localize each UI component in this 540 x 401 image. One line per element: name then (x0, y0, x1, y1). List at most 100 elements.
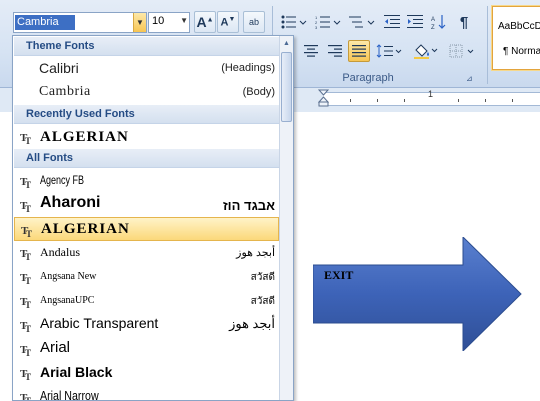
multilevel-list-icon (349, 16, 375, 28)
line-spacing-button[interactable] (373, 40, 405, 62)
sort-icon: A Z (431, 15, 446, 30)
style-gallery-normal[interactable]: AaBbCcDc ¶ Normal (491, 5, 540, 71)
font-script-sample: أبجد هوز (229, 316, 275, 331)
font-item-aharoni[interactable]: TT Aharoni אבגד הוז (14, 193, 279, 217)
svg-text:T: T (25, 300, 31, 308)
truetype-icon: TT (20, 200, 31, 212)
font-size-value[interactable]: 10 (152, 15, 164, 27)
svg-text:T: T (25, 348, 31, 356)
font-name-combobox[interactable]: Cambria ▼ (13, 12, 147, 33)
font-role-tag: (Headings) (221, 62, 275, 74)
font-name: Arial Narrow (40, 388, 99, 401)
right-arrow-shape[interactable] (313, 237, 523, 351)
decrease-indent-button[interactable] (381, 11, 403, 33)
style-name-label: ¶ Normal (503, 46, 540, 57)
theme-font-item-cambria[interactable]: Cambria (Body) (14, 81, 279, 103)
grow-font-button[interactable]: A▲ (194, 11, 216, 33)
shrink-font-icon: A▼ (220, 15, 236, 29)
svg-text:T: T (25, 204, 31, 212)
font-item-arial-black[interactable]: TT Arial Black (14, 361, 279, 385)
ruler-number: 1 (428, 89, 434, 99)
font-name: Calibri (39, 60, 79, 76)
paint-bucket-icon (414, 44, 438, 59)
svg-text:T: T (26, 229, 32, 237)
font-item-algerian[interactable]: TT ALGERIAN (14, 217, 279, 241)
align-right-button[interactable] (324, 40, 346, 62)
clear-formatting-button[interactable]: ab (243, 11, 265, 33)
align-center-icon (304, 45, 318, 57)
all-fonts-header: All Fonts (14, 149, 279, 168)
multilevel-list-button[interactable] (346, 11, 378, 33)
svg-text:T: T (25, 324, 31, 332)
sort-button[interactable]: A Z (428, 11, 450, 33)
font-name: Cambria (39, 84, 91, 99)
font-item-angsana-new[interactable]: TT Angsana New สวัสดี (14, 265, 279, 289)
truetype-icon: TT (20, 320, 31, 332)
font-name: ALGERIAN (40, 129, 129, 145)
font-name-value[interactable]: Cambria (15, 15, 75, 30)
font-role-tag: (Body) (242, 86, 275, 98)
svg-text:A: A (431, 17, 435, 23)
increase-indent-button[interactable] (404, 11, 426, 33)
ruler-tick (350, 99, 351, 102)
truetype-icon: TT (20, 392, 31, 401)
truetype-icon: TT (20, 368, 31, 380)
font-name: Aharoni (40, 194, 101, 211)
font-size-combobox[interactable]: 10 ▼ (148, 12, 190, 33)
numbering-button[interactable]: 123 (312, 11, 344, 33)
ruler-tick (404, 99, 405, 102)
font-name: AngsanaUPC (40, 295, 95, 306)
shrink-font-button[interactable]: A▼ (217, 11, 239, 33)
theme-font-item-calibri[interactable]: Calibri (Headings) (14, 57, 279, 79)
font-name: Angsana New (40, 271, 97, 282)
grow-font-icon: A▲ (196, 14, 214, 30)
font-item-arial[interactable]: TT Arial (14, 337, 279, 361)
scroll-up-icon[interactable]: ▲ (280, 36, 293, 50)
shading-button[interactable] (410, 40, 442, 62)
paragraph-group-label: Paragraph (342, 72, 394, 84)
font-item-arabic-transparent[interactable]: TT Arabic Transparent أبجد هوز (14, 313, 279, 337)
font-item-agency-fb[interactable]: TT Agency FB (14, 169, 279, 193)
align-center-button[interactable] (300, 40, 322, 62)
align-right-icon (328, 45, 342, 57)
font-item-andalus[interactable]: TT Andalus أبجد هوز (14, 241, 279, 265)
font-item-angsanaupc[interactable]: TT AngsanaUPC สวัสดี (14, 289, 279, 313)
pilcrow-icon: ¶ (459, 13, 469, 31)
increase-indent-icon (407, 15, 423, 28)
font-name: Arabic Transparent (40, 315, 159, 331)
font-script-sample: สวัสดี (250, 296, 275, 307)
borders-button[interactable] (446, 40, 478, 62)
recent-font-item-algerian[interactable]: TT ALGERIAN (14, 125, 279, 149)
dropdown-scrollbar[interactable]: ▲ (279, 36, 293, 400)
svg-text:T: T (25, 396, 31, 401)
scrollbar-thumb[interactable] (281, 52, 292, 122)
bullets-button[interactable] (278, 11, 310, 33)
style-sample-text: AaBbCcDc (498, 21, 540, 32)
truetype-icon: TT (20, 132, 31, 144)
justify-icon (352, 45, 366, 57)
truetype-icon: TT (20, 272, 31, 284)
font-name: Andalus (40, 245, 80, 259)
justify-button[interactable] (348, 40, 370, 62)
ruler-tick (512, 99, 513, 102)
font-script-sample: สวัสดี (250, 272, 275, 283)
numbering-icon: 123 (315, 15, 341, 29)
svg-text:T: T (25, 180, 31, 188)
ruler-tick (377, 99, 378, 102)
chevron-down-icon[interactable]: ▼ (180, 16, 188, 25)
svg-text:T: T (25, 252, 31, 260)
svg-text:3: 3 (315, 25, 318, 29)
indent-marker-icon[interactable] (318, 89, 329, 107)
decrease-indent-icon (384, 15, 400, 28)
arrow-shape-text[interactable]: EXIT (324, 268, 353, 283)
dialog-launcher-icon[interactable]: ⊿ (466, 74, 473, 83)
font-item-arial-narrow[interactable]: TT Arial Narrow (14, 385, 279, 401)
show-formatting-marks-button[interactable]: ¶ (453, 11, 475, 33)
font-name: ALGERIAN (41, 221, 130, 237)
truetype-icon: TT (21, 225, 32, 237)
truetype-icon: TT (20, 296, 31, 308)
chevron-down-icon[interactable]: ▼ (133, 13, 146, 32)
font-dropdown-list[interactable]: Theme Fonts Calibri (Headings) Cambria (… (12, 35, 294, 401)
ruler-tick (485, 99, 486, 102)
svg-text:T: T (25, 372, 31, 380)
